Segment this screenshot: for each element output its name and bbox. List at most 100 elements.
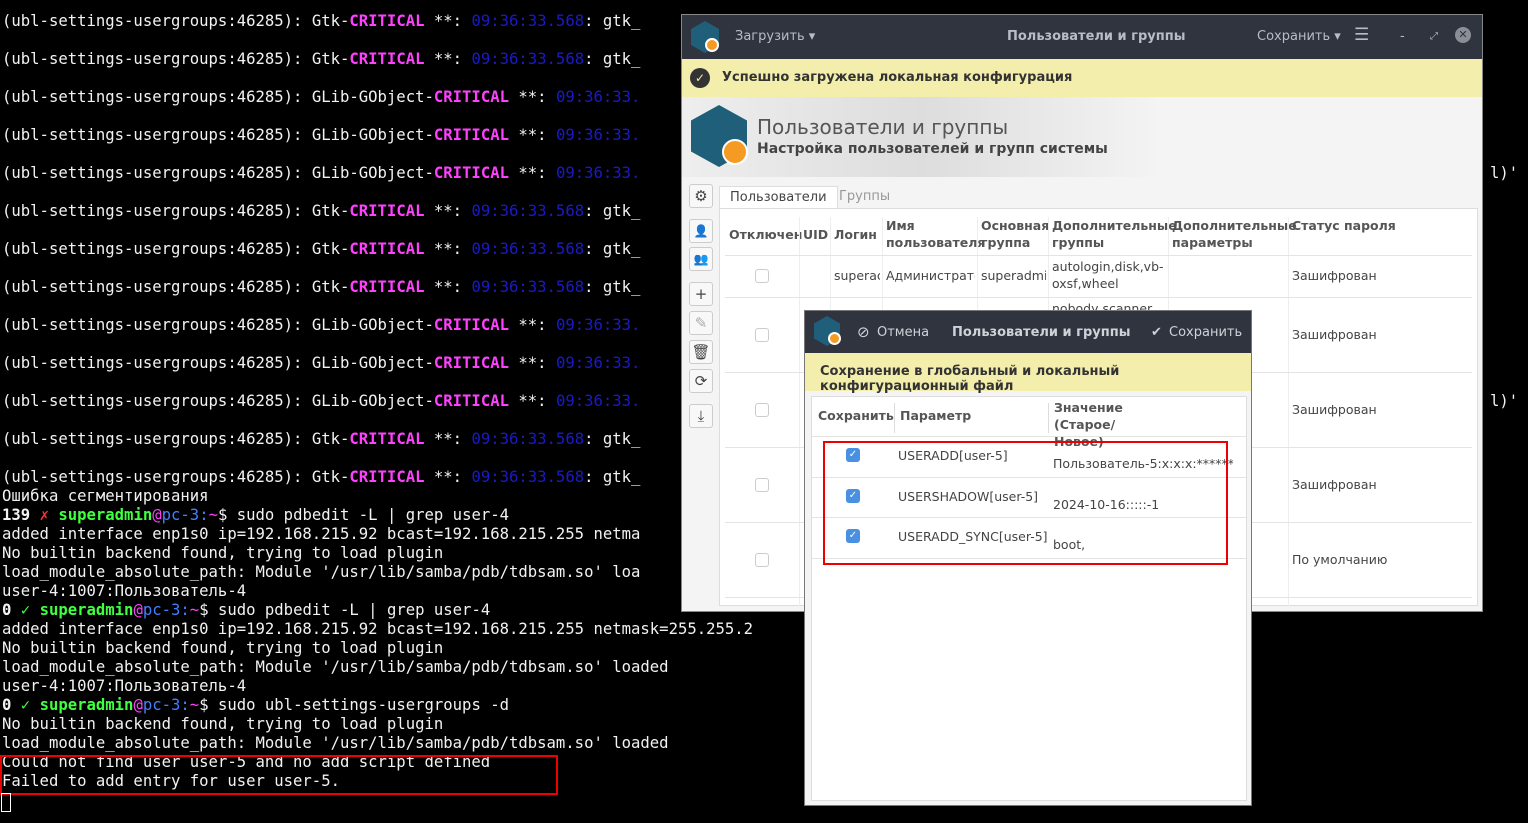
log-sep: **: (424, 12, 472, 30)
load-menu-button[interactable]: Загрузить ▾ (735, 29, 815, 44)
prompt-host: pc-3 (161, 506, 200, 524)
log-level: CRITICAL (433, 164, 509, 182)
column-header[interactable]: Имя пользователя (886, 217, 985, 251)
settings-button[interactable]: ⚙ (689, 184, 713, 208)
log-sep: **: (508, 126, 556, 144)
terminal-line: No builtin backend found, trying to load… (2, 544, 444, 562)
column-header[interactable]: Логин (834, 226, 880, 243)
column-divider (1288, 217, 1289, 607)
log-prefix: (ubl-settings-usergroups:46285): (2, 240, 312, 258)
prompt-mark: ✓ (20, 696, 31, 714)
terminal-line: added interface enp1s0 ip=192.168.215.92… (2, 525, 641, 543)
hamburger-menu-icon[interactable]: ☰ (1354, 25, 1369, 45)
edit-button[interactable]: ✎ (689, 311, 713, 335)
terminal-fragment: l)' (1490, 164, 1519, 182)
log-level: CRITICAL (433, 354, 509, 372)
cell-login: superac (834, 268, 880, 283)
dialog-title: Пользователи и группы (952, 325, 1131, 340)
log-level: CRITICAL (349, 468, 425, 486)
terminal-prompt: 0 ✓ superadmin@pc-3:~$ sudo ubl-settings… (2, 696, 509, 715)
log-sep: **: (508, 354, 556, 372)
log-domain: Gtk- (311, 50, 350, 68)
cancel-button[interactable]: Отмена (877, 325, 929, 340)
window-title: Пользователи и группы (1007, 29, 1186, 44)
log-domain: Gtk- (311, 12, 350, 30)
terminal-line: No builtin backend found, trying to load… (2, 639, 444, 657)
log-time: 09:36:33.568 (471, 202, 585, 220)
disabled-checkbox[interactable] (755, 402, 769, 417)
disabled-checkbox[interactable] (755, 477, 769, 492)
group-button[interactable]: 👥 (689, 247, 713, 271)
gear-badge-icon (722, 139, 748, 165)
close-button[interactable]: ✕ (1455, 27, 1471, 43)
add-button[interactable]: + (689, 282, 713, 306)
column-header[interactable]: Основная группа (981, 217, 1049, 251)
terminal-line: load_module_absolute_path: Module '/usr/… (2, 563, 641, 581)
terminal-line: (ubl-settings-usergroups:46285): Gtk-CRI… (2, 240, 640, 259)
log-domain: GLib-GObject- (311, 88, 434, 106)
log-domain: GLib-GObject- (311, 354, 434, 372)
log-level: CRITICAL (433, 126, 509, 144)
terminal-line: load_module_absolute_path: Module '/usr/… (2, 658, 669, 676)
cancel-icon: ⊘ (857, 323, 870, 341)
column-header[interactable]: Дополнительные параметры (1172, 217, 1297, 251)
check-circle-icon: ✓ (690, 68, 710, 88)
minimize-button[interactable]: - (1400, 29, 1405, 44)
save-button[interactable]: Сохранить (1169, 325, 1242, 340)
log-domain: Gtk- (311, 468, 350, 486)
banner: Пользователи и группы Настройка пользова… (682, 97, 1482, 177)
log-domain: GLib-GObject- (311, 392, 434, 410)
disabled-checkbox[interactable] (755, 327, 769, 342)
log-sep: **: (508, 316, 556, 334)
delete-button[interactable]: 🗑 (689, 340, 713, 364)
prompt-cmd: $ sudo pdbedit -L | grep user-4 (199, 601, 491, 619)
download-button[interactable]: ⤓ (689, 404, 713, 428)
column-header[interactable]: UID (803, 226, 828, 243)
prompt-code: 0 (2, 696, 12, 714)
column-header[interactable]: Статус пароля (1292, 217, 1406, 234)
log-level: CRITICAL (349, 50, 425, 68)
log-level: CRITICAL (349, 12, 425, 30)
terminal-line: (ubl-settings-usergroups:46285): GLib-GO… (2, 354, 640, 373)
maximize-button[interactable]: ⤢ (1430, 31, 1438, 42)
prompt-path: ~ (189, 696, 200, 714)
prompt-code: 0 (2, 601, 12, 619)
column-header[interactable]: Дополнительные группы (1052, 217, 1177, 251)
terminal-line: (ubl-settings-usergroups:46285): Gtk-CRI… (2, 468, 640, 487)
disabled-checkbox[interactable] (755, 269, 769, 283)
column-header[interactable]: Сохранить (818, 407, 898, 424)
terminal-line: added interface enp1s0 ip=192.168.215.92… (2, 620, 754, 638)
save-menu-button[interactable]: Сохранить ▾ (1257, 29, 1341, 44)
banner-subtitle: Настройка пользователей и групп системы (757, 141, 1108, 157)
terminal-line: (ubl-settings-usergroups:46285): Gtk-CRI… (2, 430, 640, 449)
log-domain: GLib-GObject- (311, 126, 434, 144)
tab-groups[interactable]: Группы (829, 186, 900, 209)
disabled-checkbox[interactable] (755, 552, 769, 567)
changes-highlight-box (823, 441, 1228, 565)
tab-users[interactable]: Пользователи (719, 186, 838, 209)
log-prefix: (ubl-settings-usergroups:46285): (2, 12, 312, 30)
row-divider (812, 436, 1246, 437)
log-time: 09:36:33.568 (471, 430, 585, 448)
cell-status: Зашифрован (1292, 476, 1377, 492)
column-header[interactable]: Отключен (729, 226, 802, 243)
column-divider (799, 217, 800, 607)
log-sep: **: (424, 430, 472, 448)
user-button[interactable]: 👤 (689, 219, 713, 243)
log-time: 09:36:33.568 (471, 278, 585, 296)
terminal-prompt: 139 ✗ superadmin@pc-3:~$ sudo pdbedit -L… (2, 506, 509, 525)
terminal-cursor (1, 793, 11, 812)
terminal-line: load_module_absolute_path: Module '/usr/… (2, 734, 669, 752)
log-time: 09:36:33.568 (471, 12, 585, 30)
log-sep: **: (508, 392, 556, 410)
log-level: CRITICAL (349, 202, 425, 220)
log-level: CRITICAL (349, 278, 425, 296)
terminal-prompt: 0 ✓ superadmin@pc-3:~$ sudo pdbedit -L |… (2, 601, 490, 620)
column-header[interactable]: Параметр (900, 407, 980, 424)
refresh-button[interactable]: ⟳ (689, 369, 713, 393)
log-tail: : gtk_ (584, 12, 641, 30)
gear-badge-icon (828, 332, 841, 345)
log-tail: : gtk_ (584, 430, 641, 448)
